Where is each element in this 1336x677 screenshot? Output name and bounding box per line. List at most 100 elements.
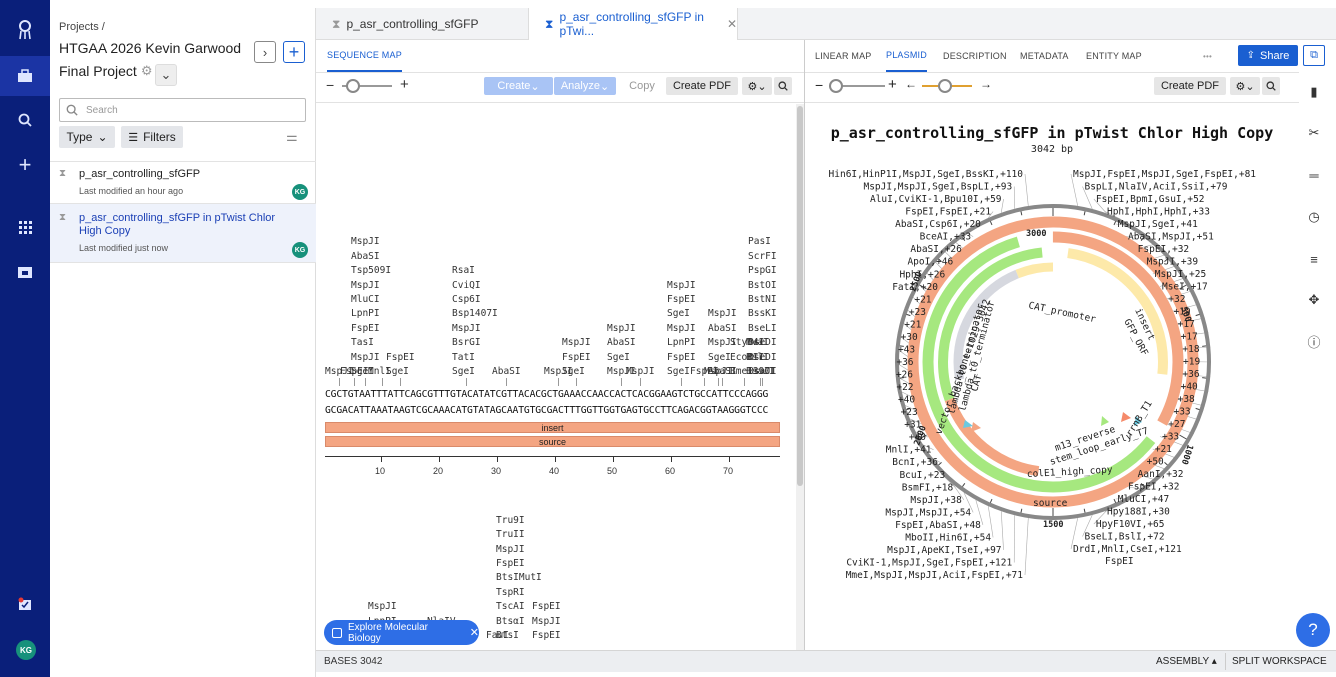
enzyme-site[interactable]: BsrGI	[452, 337, 481, 348]
enzyme-site[interactable]: Tsp509I	[351, 265, 391, 276]
enzyme-site[interactable]: SgeI	[708, 352, 731, 363]
help-button[interactable]: ?	[1296, 613, 1330, 647]
enzyme-site[interactable]: MspJI	[351, 352, 380, 363]
enzyme-site[interactable]: LpnPI	[351, 308, 380, 319]
expand-button[interactable]: ›	[254, 41, 276, 63]
folder-icon[interactable]	[0, 252, 50, 292]
enzyme-site[interactable]: BtsI	[496, 630, 519, 641]
close-icon[interactable]: ✕	[470, 626, 479, 639]
enzyme-site[interactable]: AbaSI	[708, 323, 737, 334]
enzyme-site[interactable]: TatI	[452, 352, 475, 363]
enzyme-site[interactable]: MspJI	[452, 323, 481, 334]
user-avatar[interactable]: KG	[16, 640, 36, 660]
enzyme-site[interactable]: MspJI	[351, 280, 380, 291]
plus-icon[interactable]: +	[0, 145, 50, 185]
file-row[interactable]: ⧗ p_asr_controlling_sfGFP Last modified …	[50, 161, 316, 204]
enzyme-site[interactable]: SgeI	[667, 308, 690, 319]
enzyme-site[interactable]: AbaSI	[351, 251, 380, 262]
enzyme-site[interactable]: MspJI	[368, 601, 397, 612]
feature-source[interactable]: source	[325, 436, 780, 447]
zoom-out-icon[interactable]: −	[326, 77, 334, 93]
enzyme-site[interactable]: TasI	[351, 337, 374, 348]
analyze-dropdown[interactable]: Analyze ⌄	[554, 77, 616, 95]
enzyme-site[interactable]: MspJI	[607, 323, 636, 334]
enzyme-site[interactable]: Tru9I	[496, 515, 525, 526]
scissors-icon[interactable]: ✂	[1299, 118, 1329, 148]
enzyme-site[interactable]: FspEI	[532, 630, 561, 641]
enzyme-site[interactable]: FspEI	[532, 601, 561, 612]
create-dropdown[interactable]: Create ⌄	[484, 77, 553, 95]
zoom-slider-handle[interactable]	[346, 79, 360, 93]
tab-sequence-map[interactable]: SEQUENCE MAP	[327, 40, 402, 72]
enzyme-site[interactable]: BseLI	[748, 323, 777, 334]
settings-icon[interactable]: ⚙	[141, 63, 153, 79]
explore-banner[interactable]: Explore Molecular Biology ✕	[324, 620, 479, 645]
enzyme-site[interactable]: SgeI	[562, 366, 585, 377]
apps-icon[interactable]	[0, 207, 50, 247]
enzyme-site[interactable]: RsaI	[452, 265, 475, 276]
file-tab[interactable]: ⧗ p_asr_controlling_sfGFP	[316, 8, 528, 40]
history-icon[interactable]: ◷	[1299, 202, 1329, 232]
file-tab-active[interactable]: ⧗ p_asr_controlling_sfGFP in pTwi... ✕	[528, 8, 738, 40]
align-icon[interactable]: ═	[1299, 160, 1329, 190]
enzyme-site[interactable]: BtsIMutI	[496, 572, 542, 583]
zoom-in-icon[interactable]: +	[400, 76, 409, 93]
scrollbar-thumb[interactable]	[797, 106, 803, 486]
enzyme-site[interactable]: MspJI	[496, 544, 525, 555]
enzyme-site[interactable]: BtsαI	[496, 616, 525, 627]
enzyme-site[interactable]: MspJI	[667, 280, 696, 291]
chevron-down-button[interactable]: ⌄	[155, 64, 177, 86]
move-icon[interactable]: ✥	[1299, 285, 1329, 315]
enzyme-site[interactable]: MspJI	[532, 616, 561, 627]
enzyme-site[interactable]: MluCI	[351, 294, 380, 305]
enzyme-site[interactable]: FspEI	[386, 352, 415, 363]
enzyme-site[interactable]: PasI	[748, 236, 771, 247]
enzyme-site[interactable]: SgeI	[607, 352, 630, 363]
create-pdf-button[interactable]: Create PDF	[666, 77, 738, 95]
search-input[interactable]: Search	[59, 98, 306, 122]
copy-icon-button[interactable]: ⧉	[1303, 45, 1325, 66]
enzyme-site[interactable]: SgeI	[386, 366, 409, 377]
enzyme-site[interactable]: MspJI	[708, 308, 737, 319]
filters-button[interactable]: ☰ Filters	[121, 126, 183, 148]
enzyme-site[interactable]: LpnPI	[667, 337, 696, 348]
enzyme-site[interactable]: Bsp1407I	[452, 308, 498, 319]
logo-icon[interactable]	[0, 10, 50, 50]
enzyme-site[interactable]: BstOI	[748, 280, 777, 291]
enzyme-site[interactable]: TruII	[496, 529, 525, 540]
find-button[interactable]	[774, 77, 792, 95]
type-filter[interactable]: Type ⌄	[59, 126, 115, 148]
enzyme-site[interactable]: BssKI	[748, 308, 777, 319]
enzyme-site[interactable]: SgeI	[452, 366, 475, 377]
add-button[interactable]: +	[283, 41, 305, 63]
notes-icon[interactable]: ≡	[1299, 244, 1329, 274]
share-button[interactable]: ⇪ Share	[1238, 45, 1298, 66]
enzyme-site[interactable]: FspEI	[496, 558, 525, 569]
enzyme-site[interactable]: SgeI	[667, 366, 690, 377]
enzyme-site[interactable]: MspJI	[626, 366, 655, 377]
info-icon[interactable]: ⓘ	[1299, 326, 1329, 356]
enzyme-site[interactable]: BstNI	[748, 294, 777, 305]
enzyme-site[interactable]: AbaSI	[607, 337, 636, 348]
enzyme-site[interactable]: BseDI	[748, 352, 777, 363]
bookmark-icon[interactable]: ▮	[1299, 77, 1329, 107]
close-icon[interactable]: ✕	[727, 17, 737, 31]
enzyme-site[interactable]: ScrFI	[748, 251, 777, 262]
split-workspace-button[interactable]: SPLIT WORKSPACE	[1224, 653, 1335, 670]
enzyme-site[interactable]: FspEI	[667, 352, 696, 363]
enzyme-site[interactable]: MspJI	[351, 236, 380, 247]
search-icon[interactable]	[0, 100, 50, 140]
enzyme-site[interactable]: FspEI	[667, 294, 696, 305]
breadcrumb[interactable]: Projects /	[59, 21, 105, 33]
enzyme-site[interactable]: CviQI	[452, 280, 481, 291]
enzyme-site[interactable]: MspJI	[562, 337, 591, 348]
enzyme-site[interactable]: MspJI	[667, 323, 696, 334]
enzyme-site[interactable]: BsaJI	[748, 366, 777, 377]
enzyme-site[interactable]: BseDI	[748, 337, 777, 348]
enzyme-site[interactable]: PspGI	[748, 265, 777, 276]
sliders-icon[interactable]: ⚌	[286, 129, 298, 145]
feature-insert[interactable]: insert	[325, 422, 780, 433]
file-row-selected[interactable]: ⧗ p_asr_controlling_sfGFP in pTwist Chlo…	[50, 204, 316, 263]
enzyme-site[interactable]: AbaSI	[492, 366, 521, 377]
briefcase-icon[interactable]	[0, 56, 50, 96]
